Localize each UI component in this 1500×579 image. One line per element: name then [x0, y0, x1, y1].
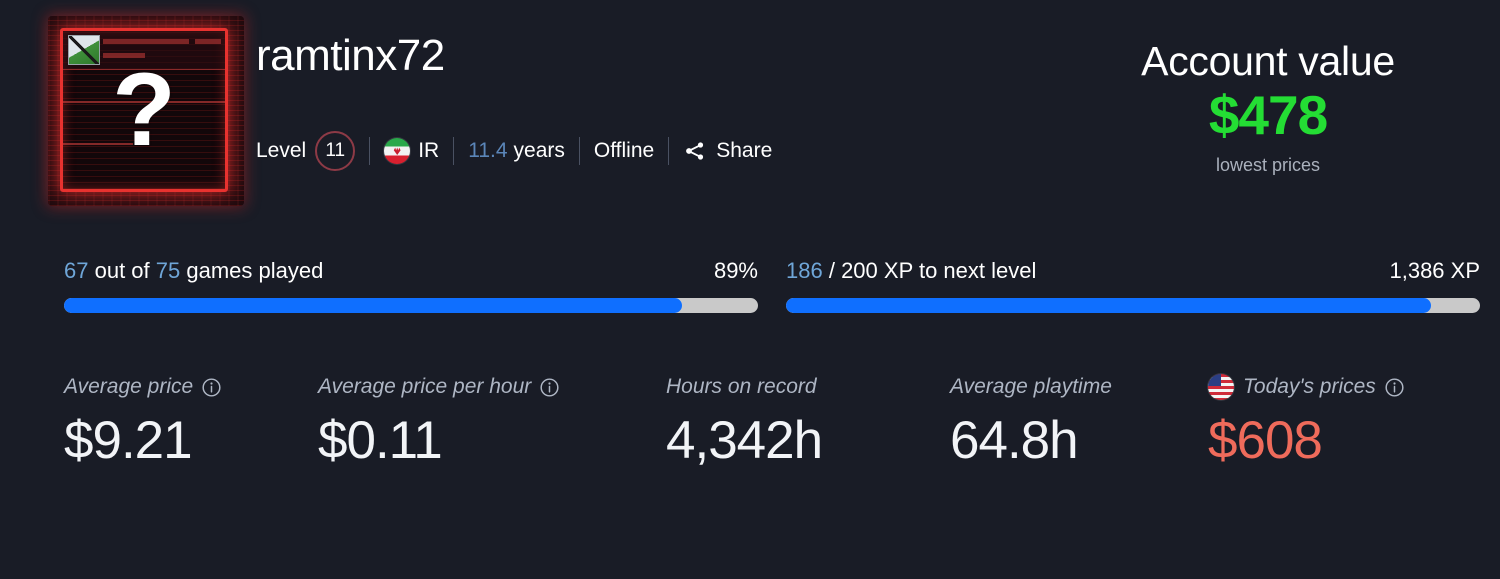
- avatar-decor-line: [103, 39, 189, 44]
- stat-label-text: Today's prices: [1243, 375, 1376, 398]
- level-badge: 11: [315, 131, 356, 171]
- account-age: 11.4 years: [468, 139, 565, 163]
- share-icon: [683, 139, 707, 163]
- xp-current: 186: [786, 258, 823, 283]
- country-indicator: IR: [384, 138, 439, 164]
- info-circle-icon[interactable]: [201, 377, 222, 398]
- share-button[interactable]: Share: [683, 139, 772, 163]
- stats-row: Average price $9.21 Average price per ho…: [0, 372, 1500, 502]
- stat-label-text: Average playtime: [950, 375, 1112, 398]
- info-circle-icon[interactable]: [539, 377, 560, 398]
- username: ramtinx72: [256, 31, 445, 80]
- xp-target: 200: [841, 258, 878, 283]
- stat-label-text: Average price per hour: [318, 375, 532, 398]
- account-value-amount: $478: [1208, 84, 1328, 147]
- stat-value: $9.21: [64, 411, 193, 470]
- account-value-block: Account value $478 lowest prices: [1058, 38, 1478, 176]
- avatar-placeholder-glyph: ?: [112, 52, 176, 168]
- status-text: Offline: [593, 139, 655, 162]
- stat-label-text: Hours on record: [666, 375, 817, 398]
- stat-average-price-per-hour: Average price per hour $0.11: [318, 372, 560, 467]
- avatar[interactable]: ?: [48, 16, 244, 206]
- account-value-title: Account value: [1141, 38, 1395, 84]
- progress-caption-row: 67 out of 75 games played 89%: [64, 258, 758, 288]
- account-age-value: 11.4: [468, 139, 508, 162]
- meta-divider: [369, 137, 371, 165]
- stat-label: Hours on record: [666, 372, 822, 402]
- avatar-decor-line: [195, 39, 221, 44]
- xp-progress-track: [786, 298, 1480, 313]
- level-label: Level: [256, 139, 307, 162]
- flag-us-icon: [1208, 374, 1234, 400]
- xp-suffix: XP to next level: [877, 258, 1037, 283]
- stat-todays-prices: Today's prices $608: [1208, 372, 1405, 467]
- games-played-progress-track: [64, 298, 758, 313]
- avatar-image-frame: ?: [60, 28, 228, 192]
- stat-value: 64.8h: [950, 411, 1079, 470]
- account-age-unit: years: [513, 139, 565, 162]
- xp-progress-fill: [786, 298, 1432, 313]
- meta-divider: [578, 137, 580, 165]
- level-indicator: Level 11: [256, 131, 356, 171]
- info-circle-icon[interactable]: [1384, 377, 1405, 398]
- country-code: IR: [418, 139, 440, 162]
- online-status: Offline: [594, 139, 654, 163]
- progress-label: 67 out of 75 games played: [64, 258, 323, 284]
- games-total-count: 75: [155, 258, 181, 283]
- games-played-middle: out of: [88, 258, 156, 283]
- stat-label: Average price: [64, 372, 222, 402]
- meta-divider: [453, 137, 455, 165]
- games-played-suffix: games played: [180, 258, 324, 283]
- progress-caption-row: 186 / 200 XP to next level 1,386 XP: [786, 258, 1480, 288]
- progress-games-played: 67 out of 75 games played 89%: [64, 258, 758, 313]
- stat-value: $608: [1208, 411, 1323, 470]
- identity-block: ramtinx72: [256, 34, 445, 78]
- stat-average-price: Average price $9.21: [64, 372, 222, 467]
- stat-label: Today's prices: [1208, 372, 1405, 402]
- games-played-progress-fill: [64, 298, 682, 313]
- account-value-note: lowest prices: [1215, 154, 1321, 175]
- stat-value: $0.11: [318, 411, 443, 470]
- flag-ir-icon: [384, 138, 411, 164]
- stat-label: Average price per hour: [318, 372, 560, 402]
- xp-total: 1,386 XP: [1389, 258, 1480, 283]
- stat-label: Average playtime: [950, 372, 1112, 402]
- profile-header: ? ramtinx72 Level 11 IR 11.4 years Offli…: [0, 0, 1500, 232]
- share-label: Share: [716, 139, 773, 162]
- stat-average-playtime: Average playtime 64.8h: [950, 372, 1112, 467]
- progress-area: 67 out of 75 games played 89% 186 / 200 …: [0, 258, 1500, 328]
- meta-divider: [668, 137, 670, 165]
- stat-label-text: Average price: [64, 375, 194, 398]
- profile-summary-page: ? ramtinx72 Level 11 IR 11.4 years Offli…: [0, 0, 1500, 579]
- progress-label: 186 / 200 XP to next level: [786, 258, 1036, 284]
- games-played-count: 67: [64, 258, 89, 283]
- profile-meta-row: Level 11 IR 11.4 years Offline Share: [256, 131, 772, 171]
- progress-xp-to-next-level: 186 / 200 XP to next level 1,386 XP: [786, 258, 1480, 313]
- stat-hours-on-record: Hours on record 4,342h: [666, 372, 823, 470]
- stat-value: 4,342h: [666, 411, 823, 470]
- games-played-percent: 89%: [713, 258, 758, 283]
- xp-middle: /: [822, 258, 842, 283]
